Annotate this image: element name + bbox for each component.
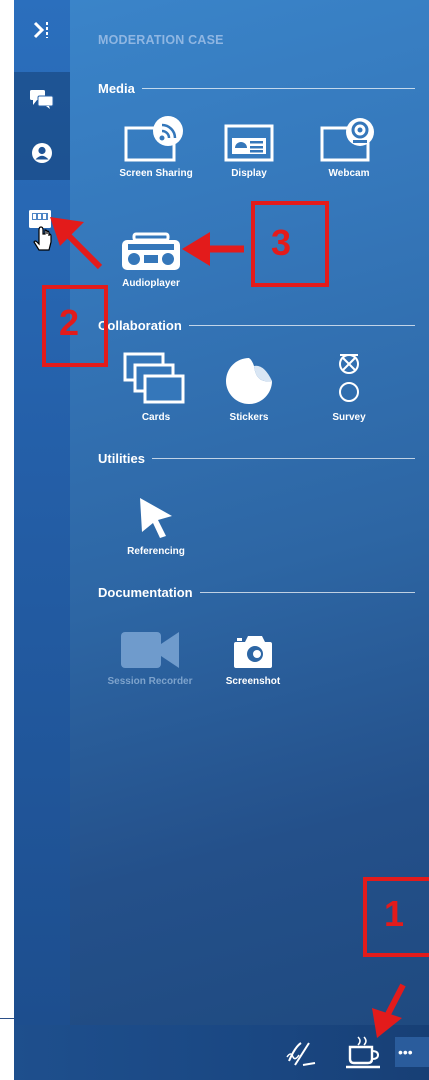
annotation-arrows (50, 217, 406, 1038)
annotation-arrow-3 (182, 232, 244, 266)
annotation-arrow-1 (372, 983, 406, 1038)
annotation-arrow-2 (50, 217, 103, 270)
app-window: MODERATION CASE Media Screen Sharing Dis… (0, 0, 429, 1080)
